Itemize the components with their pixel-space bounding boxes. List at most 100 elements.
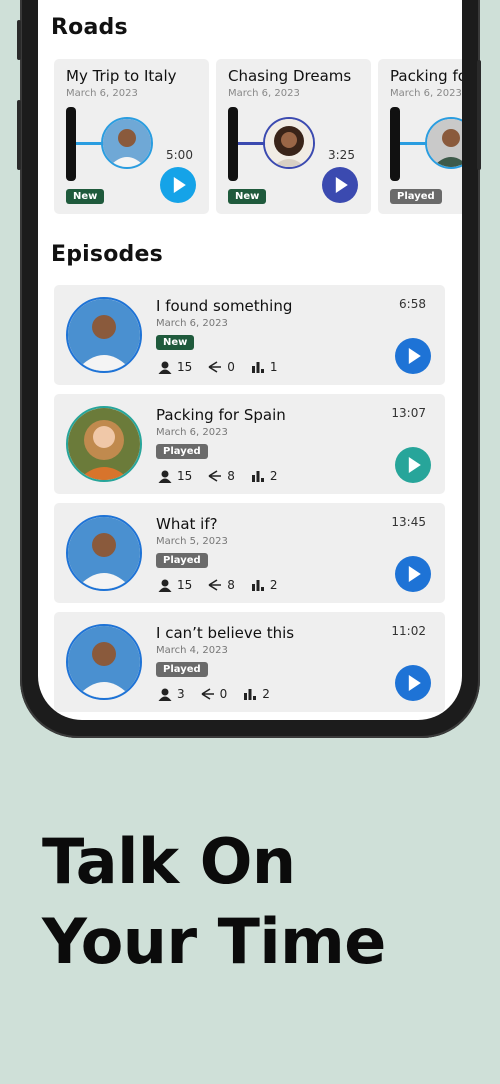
- share-icon: [208, 470, 222, 482]
- episode-date: March 6, 2023: [156, 318, 228, 329]
- plays-count: 2: [269, 578, 278, 592]
- plays-stat: 2: [251, 578, 278, 592]
- road-date: March 6, 2023: [228, 88, 300, 99]
- shares-count: 8: [227, 469, 235, 483]
- episode-title: What if?: [156, 515, 218, 533]
- shares-stat: 0: [208, 360, 235, 374]
- status-badge: New: [228, 189, 267, 204]
- share-icon: [208, 361, 222, 373]
- listeners-count: 15: [177, 469, 193, 483]
- avatar: [101, 117, 153, 169]
- episode-duration: 11:02: [391, 624, 426, 638]
- plays-stat: 2: [243, 687, 270, 701]
- listeners-stat: 15: [158, 469, 192, 483]
- avatar: [66, 297, 142, 373]
- man-avatar-icon: [103, 119, 151, 167]
- shares-stat: 8: [208, 469, 235, 483]
- play-button[interactable]: [395, 447, 431, 483]
- episode-row[interactable]: What if? March 5, 2023 13:45 Played 15 8…: [54, 503, 445, 603]
- person-icon: [158, 579, 172, 592]
- play-button[interactable]: [322, 167, 358, 203]
- episode-title: I can’t believe this: [156, 624, 295, 642]
- avatar: [66, 515, 142, 591]
- avatar: [66, 406, 142, 482]
- play-button[interactable]: [395, 338, 431, 374]
- episode-row[interactable]: I found something March 6, 2023 6:58 New…: [54, 285, 445, 385]
- shares-stat: 8: [208, 578, 235, 592]
- app-screen: Roads My Trip to Italy March 6, 2023 5:0…: [38, 0, 462, 720]
- woman-avatar-icon: [265, 119, 313, 167]
- episode-duration: 13:45: [391, 515, 426, 529]
- status-badge: Played: [156, 444, 208, 459]
- road-card[interactable]: Chasing Dreams March 6, 2023 3:25 New: [216, 59, 371, 214]
- person-icon: [158, 688, 172, 701]
- road-date: March 6, 2023: [390, 88, 462, 99]
- tagline: Talk On Your Time: [42, 822, 386, 982]
- share-icon: [208, 579, 222, 591]
- status-badge: Played: [390, 189, 442, 204]
- plays-count: 1: [269, 360, 278, 374]
- tagline-line-1: Talk On: [42, 825, 296, 898]
- play-button[interactable]: [395, 556, 431, 592]
- man-avatar-icon: [427, 119, 462, 167]
- play-icon: [408, 457, 421, 473]
- road-duration: 5:00: [166, 148, 193, 162]
- road-date: March 6, 2023: [66, 88, 138, 99]
- woman-avatar-icon: [68, 408, 140, 480]
- tagline-line-2: Your Time: [42, 905, 386, 978]
- play-icon: [408, 675, 421, 691]
- play-icon: [173, 177, 186, 193]
- listeners-count: 3: [177, 687, 185, 701]
- plays-stat: 1: [251, 360, 278, 374]
- bar-chart-icon: [251, 362, 264, 373]
- plays-stat: 2: [251, 469, 278, 483]
- person-icon: [158, 470, 172, 483]
- play-button[interactable]: [160, 167, 196, 203]
- episode-stats: 3 0 2: [158, 687, 286, 701]
- episode-date: March 4, 2023: [156, 645, 228, 656]
- person-icon: [158, 361, 172, 374]
- road-progress-track: [228, 107, 238, 181]
- shares-stat: 0: [201, 687, 227, 701]
- road-duration: 3:25: [328, 148, 355, 162]
- status-badge: New: [156, 335, 195, 350]
- episode-stats: 15 8 2: [158, 469, 294, 483]
- status-badge: New: [66, 189, 105, 204]
- episode-stats: 15 0 1: [158, 360, 294, 374]
- listeners-stat: 15: [158, 360, 192, 374]
- episode-row[interactable]: I can’t believe this March 4, 2023 11:02…: [54, 612, 445, 712]
- listeners-stat: 3: [158, 687, 185, 701]
- avatar: [425, 117, 462, 169]
- plays-count: 2: [262, 687, 270, 701]
- episodes-heading: Episodes: [51, 242, 163, 267]
- avatar: [263, 117, 315, 169]
- road-card[interactable]: Packing for Spain March 6, 2023 Played: [378, 59, 462, 214]
- road-progress-track: [390, 107, 400, 181]
- road-title: My Trip to Italy: [66, 67, 177, 85]
- shares-count: 8: [227, 578, 235, 592]
- play-button[interactable]: [395, 665, 431, 701]
- episode-row[interactable]: Packing for Spain March 6, 2023 13:07 Pl…: [54, 394, 445, 494]
- bar-chart-icon: [244, 689, 257, 700]
- bar-chart-icon: [251, 580, 264, 591]
- road-progress-track: [66, 107, 76, 181]
- man-avatar-icon: [68, 626, 140, 698]
- road-card[interactable]: My Trip to Italy March 6, 2023 5:00 New: [54, 59, 209, 214]
- road-title: Chasing Dreams: [228, 67, 352, 85]
- listeners-count: 15: [177, 578, 193, 592]
- road-title: Packing for Spain: [390, 67, 462, 85]
- bar-chart-icon: [251, 471, 264, 482]
- episode-stats: 15 8 2: [158, 578, 294, 592]
- share-icon: [201, 688, 214, 700]
- shares-count: 0: [227, 360, 235, 374]
- episode-date: March 5, 2023: [156, 536, 228, 547]
- play-icon: [408, 566, 421, 582]
- avatar: [66, 624, 142, 700]
- listeners-count: 15: [177, 360, 193, 374]
- status-badge: Played: [156, 553, 208, 568]
- play-icon: [335, 177, 348, 193]
- play-icon: [408, 348, 421, 364]
- episode-duration: 6:58: [399, 297, 426, 311]
- episode-title: Packing for Spain: [156, 406, 286, 424]
- man-avatar-icon: [68, 299, 140, 371]
